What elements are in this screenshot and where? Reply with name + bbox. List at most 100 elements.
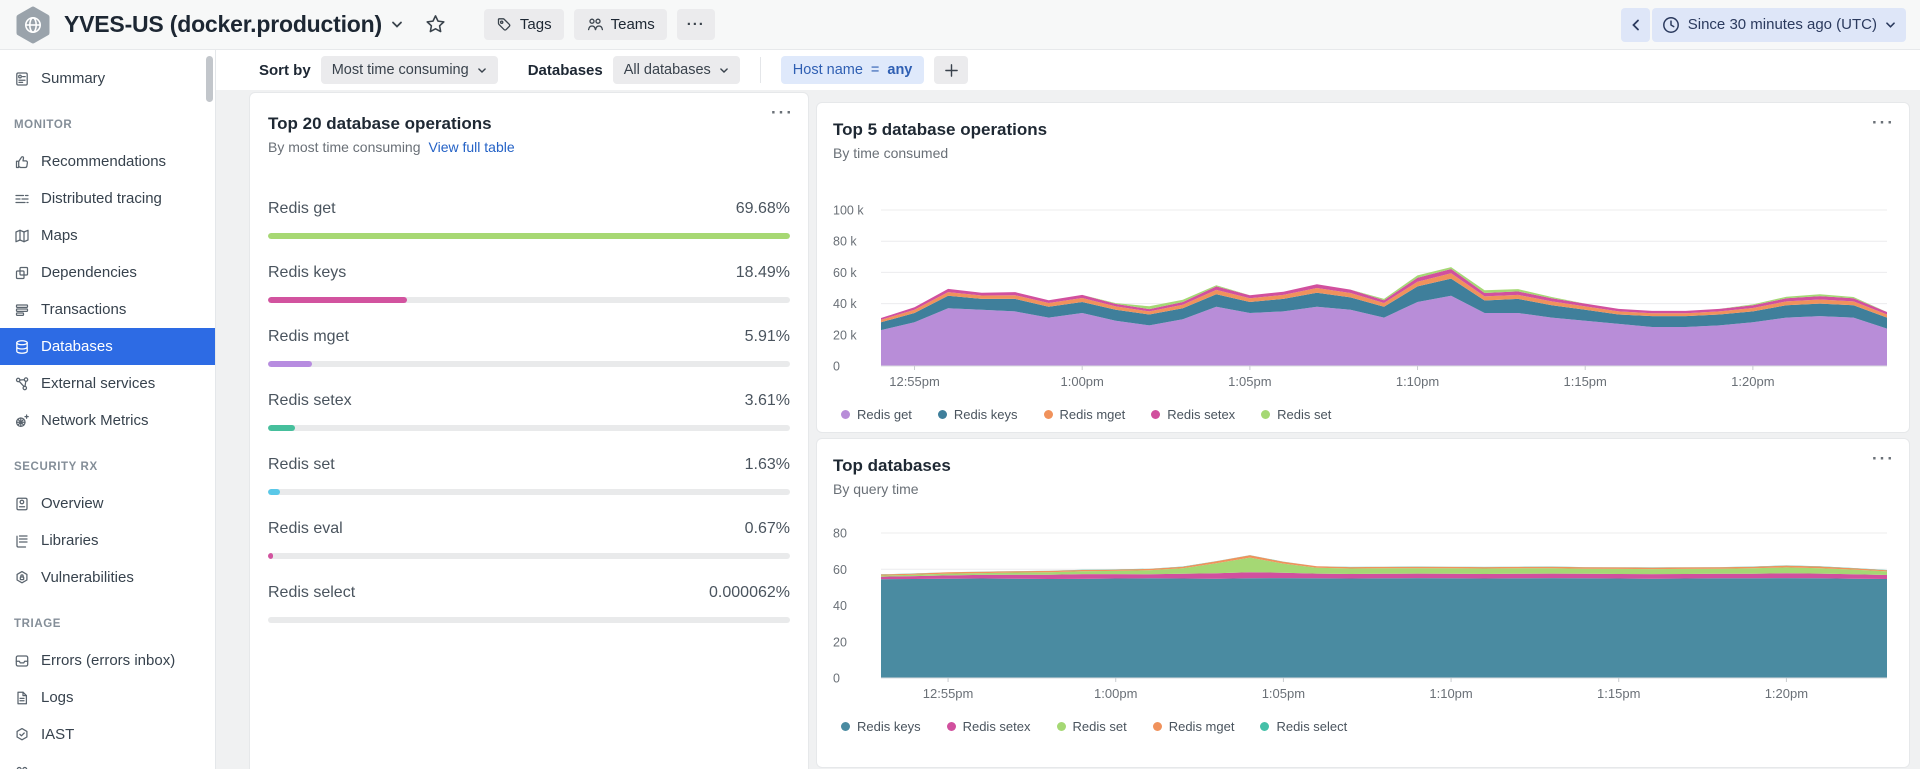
svg-text:20 k: 20 k	[833, 328, 857, 342]
legend-item-redis-keys[interactable]: Redis keys	[841, 719, 921, 734]
operation-row-redis-eval[interactable]: Redis eval 0.67%	[268, 505, 790, 569]
svg-text:1:15pm: 1:15pm	[1597, 686, 1640, 701]
sidebar-item-summary[interactable]: Summary	[0, 60, 215, 97]
sidebar-scrollbar-thumb[interactable]	[206, 56, 213, 102]
databases-label: Databases	[527, 61, 603, 79]
sidebar-item-logs[interactable]: Logs	[0, 679, 215, 716]
sidebar-item-item[interactable]	[0, 753, 215, 769]
people-icon	[14, 764, 30, 769]
legend-dot	[841, 410, 850, 419]
operation-bar-track	[268, 617, 790, 623]
time-range-button[interactable]: Since 30 minutes ago (UTC)	[1651, 7, 1906, 42]
host-name-filter-chip[interactable]: Host name = any	[780, 56, 925, 84]
libraries-icon	[14, 533, 30, 549]
sidebar-item-maps[interactable]: Maps	[0, 217, 215, 254]
host-filter-operator: =	[870, 62, 880, 78]
tags-button[interactable]: Tags	[483, 9, 564, 40]
dashboard-content: ··· Top 20 database operations By most t…	[216, 90, 1920, 769]
svg-text:1:00pm: 1:00pm	[1094, 686, 1137, 701]
operation-bar-track	[268, 553, 790, 559]
svg-text:1:05pm: 1:05pm	[1228, 374, 1271, 389]
svg-text:1:05pm: 1:05pm	[1262, 686, 1305, 701]
legend-item-redis-setex[interactable]: Redis setex	[1151, 407, 1235, 422]
teams-button[interactable]: Teams	[573, 9, 667, 40]
svg-text:80: 80	[833, 527, 847, 541]
sidebar-item-databases[interactable]: Databases	[0, 328, 215, 365]
teams-icon	[587, 18, 603, 31]
svg-text:80 k: 80 k	[833, 235, 857, 249]
operation-row-redis-setex[interactable]: Redis setex 3.61%	[268, 377, 790, 441]
legend-item-redis-mget[interactable]: Redis mget	[1043, 407, 1125, 422]
sidebar-item-label: Summary	[41, 70, 106, 87]
legend-dot	[1151, 410, 1161, 419]
svg-text:1:10pm: 1:10pm	[1396, 374, 1439, 389]
svg-text:1:20pm: 1:20pm	[1765, 686, 1808, 701]
sidebar-item-label: Databases	[41, 338, 113, 355]
legend-item-redis-mget[interactable]: Redis mget	[1152, 719, 1234, 734]
operation-name: Redis keys	[268, 264, 347, 281]
svg-text:12:55pm: 12:55pm	[923, 686, 974, 701]
sidebar-item-distributed-tracing[interactable]: Distributed tracing	[0, 180, 215, 217]
sidebar-item-dependencies[interactable]: Dependencies	[0, 254, 215, 291]
sidebar-item-label: Recommendations	[41, 153, 167, 170]
legend-item-redis-set[interactable]: Redis set	[1261, 407, 1331, 422]
sidebar-item-network-metrics[interactable]: Network Metrics	[0, 402, 215, 439]
svg-text:1:20pm: 1:20pm	[1731, 374, 1774, 389]
operation-bar-fill	[268, 553, 274, 559]
add-filter-button[interactable]	[934, 56, 969, 84]
databases-dropdown[interactable]: All databases	[612, 56, 740, 84]
overview-icon	[14, 496, 30, 512]
sidebar-item-label: Network Metrics	[41, 412, 149, 429]
timeseries-chart[interactable]: 100 k 80 k 60 k 40 k 20 k 0 12:55pm 1:00pm 1:05p…	[833, 200, 1891, 392]
panel-menu-button[interactable]: ···	[1872, 113, 1895, 133]
time-range-control: Since 30 minutes ago (UTC)	[1620, 7, 1906, 42]
sidebar-item-overview[interactable]: Overview	[0, 485, 215, 522]
operation-bar-fill	[268, 297, 407, 303]
vulnerabilities-icon	[14, 570, 30, 586]
svg-text:0: 0	[833, 360, 840, 374]
operation-row-redis-keys[interactable]: Redis keys 18.49%	[268, 249, 790, 313]
operation-row-redis-select[interactable]: Redis select 0.000062%	[268, 569, 790, 633]
operation-percent: 3.61%	[744, 392, 790, 409]
more-options-button[interactable]: ···	[676, 9, 715, 40]
panel-menu-button[interactable]: ···	[1872, 449, 1895, 469]
sidebar-item-label: IAST	[41, 726, 75, 743]
main-area: Sort by Most time consuming Databases Al…	[216, 50, 1920, 769]
inbox-icon	[14, 653, 30, 669]
operation-row-redis-set[interactable]: Redis set 1.63%	[268, 441, 790, 505]
sidebar-item-vulnerabilities[interactable]: Vulnerabilities	[0, 559, 215, 596]
legend-item-redis-setex[interactable]: Redis setex	[946, 719, 1031, 734]
sidebar-item-errors-errors-inbox[interactable]: Errors (errors inbox)	[0, 642, 215, 679]
thumbs-up-icon	[14, 154, 30, 170]
favorite-star-icon[interactable]	[425, 14, 446, 35]
legend-item-redis-set[interactable]: Redis set	[1056, 719, 1127, 734]
panel-title: Top 20 database operations	[268, 114, 492, 133]
query-time-chart: 80 60 40 20 0 12:55pm 1:00pm 1:05pm 1:10pm 1:15pm…	[833, 523, 1893, 709]
legend-item-redis-select[interactable]: Redis select	[1260, 719, 1347, 734]
sidebar-item-recommendations[interactable]: Recommendations	[0, 143, 215, 180]
sidebar-item-iast[interactable]: IAST	[0, 716, 215, 753]
chevron-down-icon[interactable]	[391, 20, 403, 29]
time-back-button[interactable]	[1620, 7, 1650, 42]
sidebar-item-label: Distributed tracing	[41, 190, 162, 207]
sort-by-dropdown[interactable]: Most time consuming	[320, 56, 498, 84]
svg-text:100 k: 100 k	[833, 204, 864, 218]
panel-menu-button[interactable]: ···	[771, 103, 794, 123]
operations-list: Redis get 69.68% Redis keys 18.49% Redis mge…	[268, 185, 790, 633]
sidebar-item-external-services[interactable]: External services	[0, 365, 215, 402]
legend-item-redis-keys[interactable]: Redis keys	[937, 407, 1018, 422]
operation-percent: 5.91%	[744, 328, 790, 345]
chevron-down-icon	[477, 67, 486, 73]
operation-row-redis-get[interactable]: Redis get 69.68%	[268, 185, 790, 249]
sidebar-item-libraries[interactable]: Libraries	[0, 522, 215, 559]
legend-item-redis-get[interactable]: Redis get	[841, 407, 912, 422]
teams-label: Teams	[610, 16, 655, 33]
view-full-table-link[interactable]: View full table	[429, 139, 515, 155]
operation-bar-fill	[268, 233, 790, 239]
svg-text:40 k: 40 k	[833, 297, 857, 311]
operation-row-redis-mget[interactable]: Redis mget 5.91%	[268, 313, 790, 377]
sidebar-item-transactions[interactable]: Transactions	[0, 291, 215, 328]
operation-bar-track	[268, 489, 790, 495]
operation-name: Redis get	[268, 200, 336, 217]
timeseries-chart[interactable]: 80 60 40 20 0 12:55pm 1:00pm 1:05pm 1:10pm 1:15pm…	[833, 523, 1891, 704]
